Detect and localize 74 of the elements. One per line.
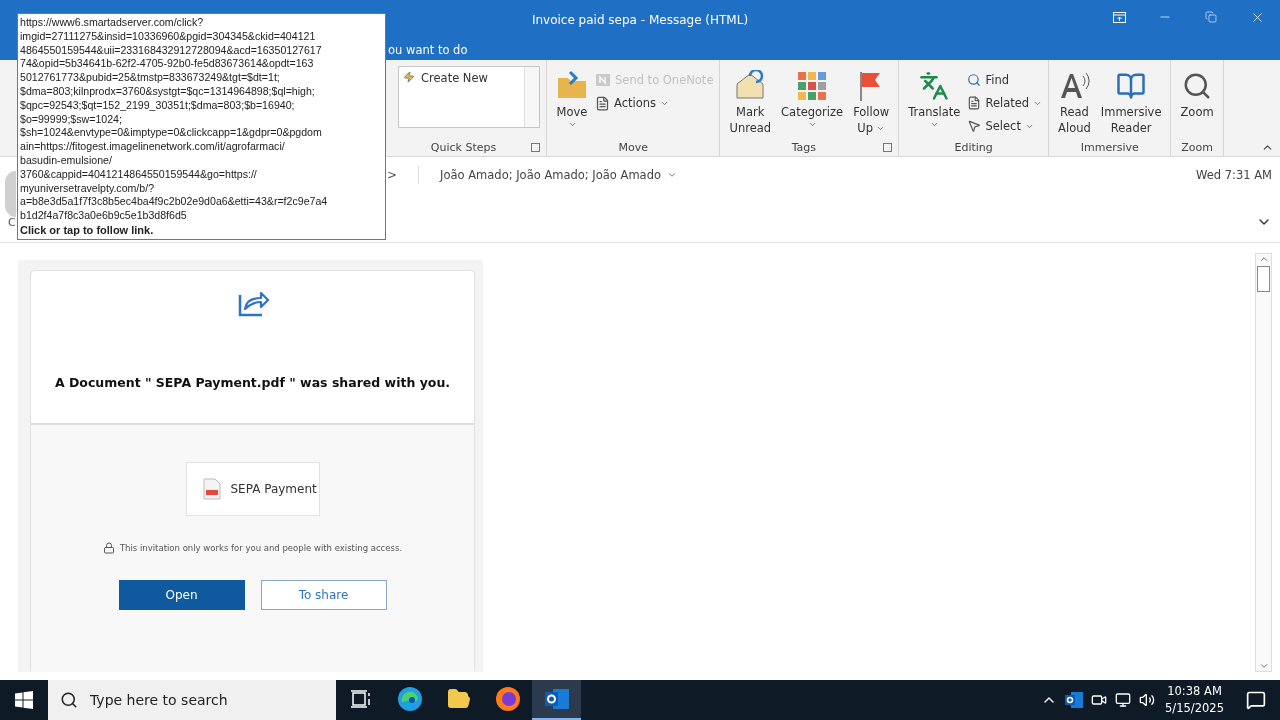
- pdf-file-icon: [202, 478, 221, 500]
- scroll-up-icon[interactable]: [1258, 254, 1269, 264]
- taskbar-app[interactable]: [532, 680, 581, 720]
- group-label: Zoom: [1180, 141, 1214, 154]
- camera-icon[interactable]: [1091, 692, 1108, 708]
- search-icon: [60, 691, 78, 709]
- search-icon: [967, 73, 982, 87]
- mail-app-icon: [543, 687, 570, 711]
- ribbon-button[interactable]: Immersive Reader: [1097, 66, 1165, 138]
- link-url: https://www6.smartadserver.com/click? imgid=27111275&insid=10336960&pgid=304345&ckid=404121 4864550159544&uii=233168432912728094&acd=16350127617 74&opid=5b34641b-62f2-4705-92b0-fe5d83673614&opdt=163 5012761773&pubid=25&tmstp=833673249&tgt=$dt=1t; $dma=803;kilnprodx=3760&systgt=$qc=1314964898;$ql=high; $qpc=92543;$qt=152_2199_30351t;$dma=803;$b=16940; $o=99999;$sw=1024; $sh=1024&envtype=0&imptype=0&clickcapp=1&gdpr=0&pgdom ain=https://fitogest.imagelinenetwork.com/it/agrofarmaci/ basudin-emulsione/ 3760&cappid=4041214864550159544&go=https:// myuniversetravelpty.com/b/? a=b8e3d5a1f7f3c8b5ec4ba4f9c2b02e9d0a6&etti=43&r=f2c9e7a4 b1d2f4a7f8c3a0e6b9c5e1b3d8f6d5: [20, 16, 328, 223]
- tooltip-hint: Click or tap to follow link.: [20, 222, 154, 237]
- vertical-scrollbar[interactable]: [1255, 253, 1272, 672]
- task-view-icon: [350, 690, 371, 708]
- ribbon-button[interactable]: Categorize: [778, 66, 847, 131]
- onenote-icon: [595, 72, 611, 88]
- scroll-thumb[interactable]: [1257, 266, 1270, 292]
- dialog-launcher[interactable]: [883, 143, 893, 152]
- caret-icon: [567, 120, 577, 129]
- ribbon-button[interactable]: Mark Unread: [726, 66, 775, 138]
- share-button[interactable]: To share: [260, 580, 387, 610]
- network-icon[interactable]: [1115, 692, 1132, 708]
- document-icon: [967, 96, 982, 110]
- windows-logo-icon: [15, 691, 33, 709]
- attachment-tile[interactable]: SEPA Payment: [185, 462, 320, 516]
- clock[interactable]: 10:38 AM 5/15/2025: [1165, 683, 1224, 717]
- ribbon-button[interactable]: Zoom: [1177, 66, 1217, 122]
- caret-icon: [929, 120, 939, 129]
- ribbon-button[interactable]: Move: [553, 66, 591, 131]
- taskbar-search-field[interactable]: Type here to search: [48, 680, 336, 720]
- ribbon-display-icon: [1112, 11, 1126, 23]
- envelope-icon: [734, 70, 767, 102]
- ribbon-button[interactable]: Actions: [595, 93, 714, 113]
- color-grid-icon: [797, 71, 828, 101]
- group-label: Editing: [953, 141, 994, 154]
- gallery-scrollbar[interactable]: [524, 67, 539, 127]
- group-label: Quick Steps: [429, 141, 498, 154]
- ribbon-button[interactable]: Related: [967, 93, 1043, 113]
- recipients[interactable]: João Amado; João Amado; João Amado: [440, 168, 661, 182]
- caret-icon[interactable]: [667, 170, 677, 180]
- ribbon-button[interactable]: Find: [967, 70, 1043, 90]
- ribbon-button[interactable]: Read Aloud: [1055, 66, 1094, 138]
- translate-icon: [919, 71, 950, 101]
- share-icon: [236, 289, 269, 317]
- scroll-down-icon[interactable]: [1258, 661, 1269, 671]
- notifications-icon[interactable]: [1246, 690, 1266, 710]
- open-button[interactable]: Open: [118, 580, 245, 610]
- mail-app-icon[interactable]: [1065, 691, 1084, 709]
- actions-icon: [595, 95, 610, 111]
- chevron-text: >: [387, 168, 398, 182]
- group-label: Move: [617, 141, 649, 154]
- lock-icon: [102, 542, 115, 554]
- quick-step-item[interactable]: Create New: [421, 71, 488, 85]
- browser-icon: [396, 686, 423, 712]
- sender-avatar: [5, 171, 16, 217]
- restore-icon: [1205, 11, 1217, 23]
- caret-icon: [807, 120, 817, 129]
- volume-icon[interactable]: [1139, 692, 1156, 708]
- access-notice: This invitation only works for you and people with existing access.: [119, 543, 403, 553]
- sent-date: Wed 7:31 AM: [1196, 168, 1272, 182]
- ribbon-button[interactable]: Follow Up: [850, 66, 893, 138]
- dialog-launcher[interactable]: [531, 143, 540, 152]
- folder-icon: [446, 687, 471, 711]
- ribbon-button[interactable]: Translate: [905, 66, 964, 131]
- group-label: Tags: [790, 141, 817, 154]
- window-title: Invoice paid sepa - Message (HTML): [531, 13, 749, 27]
- book-icon: [1116, 71, 1147, 101]
- ribbon-button[interactable]: Select: [967, 116, 1043, 136]
- lightning-icon: [403, 71, 415, 83]
- share-heading: A Document " SEPA Payment.pdf " was shared with you.: [54, 375, 451, 390]
- tell-me-field[interactable]: ou want to do: [388, 43, 468, 57]
- cc-label: C: [8, 215, 16, 229]
- pointer-icon: [967, 119, 982, 133]
- browser-icon: [494, 686, 521, 712]
- group-label: Immersive: [1079, 141, 1140, 154]
